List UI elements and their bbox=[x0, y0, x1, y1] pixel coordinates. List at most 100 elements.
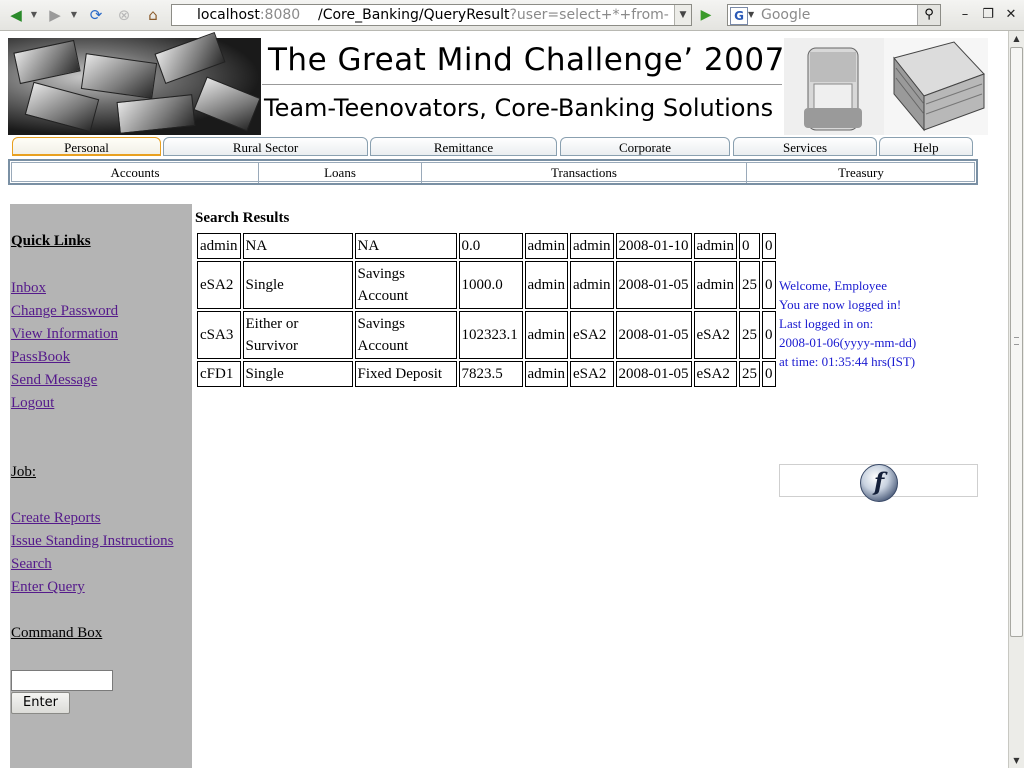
reload-icon[interactable]: ⟳ bbox=[86, 5, 106, 25]
link-enter-query[interactable]: Enter Query bbox=[11, 579, 85, 596]
back-history-dropdown[interactable]: ▼ bbox=[29, 5, 39, 25]
link-view-information[interactable]: View Information bbox=[11, 326, 118, 343]
banner-subtitle: Team-Teenovators, Core-Banking Solutions bbox=[264, 94, 774, 122]
banner-title: The Great Mind Challenge’ 2007 bbox=[268, 42, 785, 78]
welcome-greeting: Welcome, Employee bbox=[779, 278, 887, 293]
magnifier-icon[interactable]: ⚲ bbox=[917, 5, 940, 25]
table-cell: admin bbox=[570, 233, 614, 259]
browser-toolbar: ◀ ▼ ▶ ▼ ⟳ ⊗ ⌂ localhost:8080 /Core_Banki… bbox=[0, 0, 1024, 31]
table-cell: admin bbox=[197, 233, 241, 259]
banner-divider bbox=[262, 84, 782, 85]
table-cell: 0 bbox=[739, 233, 760, 259]
sub-navigation: Accounts Loans Transactions Treasury bbox=[8, 159, 978, 185]
table-cell: eSA2 bbox=[693, 311, 737, 359]
link-passbook[interactable]: PassBook bbox=[11, 349, 70, 366]
table-cell: Savings Account bbox=[354, 261, 457, 309]
command-box-heading: Command Box bbox=[11, 625, 103, 641]
search-box[interactable]: G ▼ Google ⚲ bbox=[727, 4, 941, 26]
results-heading: Search Results bbox=[195, 210, 290, 226]
tab-services[interactable]: Services bbox=[733, 137, 877, 156]
link-create-reports[interactable]: Create Reports bbox=[11, 510, 101, 527]
link-change-password[interactable]: Change Password bbox=[11, 303, 118, 320]
close-icon[interactable]: ✕ bbox=[1002, 6, 1020, 24]
table-cell: 2008-01-10 bbox=[615, 233, 692, 259]
table-cell: eSA2 bbox=[693, 361, 737, 387]
search-engine-icon[interactable]: G bbox=[730, 7, 748, 25]
table-cell: cFD1 bbox=[197, 361, 241, 387]
forward-arrow-icon[interactable]: ▶ bbox=[45, 5, 65, 25]
tab-personal[interactable]: Personal bbox=[12, 137, 161, 156]
table-cell: cSA3 bbox=[197, 311, 241, 359]
back-arrow-icon[interactable]: ◀ bbox=[6, 5, 26, 25]
money-roll-image bbox=[784, 38, 884, 135]
link-inbox[interactable]: Inbox bbox=[11, 280, 46, 297]
table-row: cSA3 Either or Survivor Savings Account … bbox=[197, 311, 776, 359]
link-issue-standing-instructions[interactable]: Issue Standing Instructions bbox=[11, 533, 174, 550]
table-cell: 0 bbox=[762, 233, 776, 259]
link-logout[interactable]: Logout bbox=[11, 395, 54, 412]
forward-history-dropdown[interactable]: ▼ bbox=[69, 5, 79, 25]
table-cell: Savings Account bbox=[354, 311, 457, 359]
restore-icon[interactable]: ❐ bbox=[979, 6, 997, 24]
flash-icon[interactable]: f bbox=[860, 464, 898, 502]
quick-links-heading: Quick Links bbox=[11, 233, 91, 249]
table-cell: 0.0 bbox=[458, 233, 523, 259]
command-input[interactable] bbox=[11, 670, 113, 691]
table-cell: admin bbox=[693, 261, 737, 309]
last-login-label: Last logged in on: bbox=[779, 316, 874, 331]
home-icon[interactable]: ⌂ bbox=[143, 5, 163, 25]
cash-stack-image bbox=[884, 38, 988, 135]
table-cell: NA bbox=[354, 233, 457, 259]
link-send-message[interactable]: Send Message bbox=[11, 372, 97, 389]
table-cell: 2008-01-05 bbox=[615, 361, 692, 387]
tab-help[interactable]: Help bbox=[879, 137, 973, 156]
table-cell: 2008-01-05 bbox=[615, 311, 692, 359]
table-cell: 7823.5 bbox=[458, 361, 523, 387]
table-cell: 25 bbox=[739, 361, 760, 387]
last-login-time: at time: 01:35:44 hrs(IST) bbox=[779, 354, 916, 369]
search-placeholder: Google bbox=[761, 7, 811, 23]
scroll-thumb[interactable] bbox=[1010, 47, 1023, 637]
table-cell: 0 bbox=[762, 361, 776, 387]
enter-button[interactable]: Enter bbox=[11, 692, 70, 714]
stop-icon[interactable]: ⊗ bbox=[114, 5, 134, 25]
silver-bars-image bbox=[8, 32, 261, 135]
url-path: /Core_Banking/QueryResult?user=select+*+… bbox=[318, 7, 687, 23]
scroll-down-icon[interactable]: ▼ bbox=[1009, 753, 1024, 768]
tab-corporate[interactable]: Corporate bbox=[560, 137, 730, 156]
login-status: You are now logged in! bbox=[779, 297, 902, 312]
scroll-up-icon[interactable]: ▲ bbox=[1009, 31, 1024, 46]
search-engine-dropdown[interactable]: ▼ bbox=[748, 5, 754, 25]
tab-rural-sector[interactable]: Rural Sector bbox=[163, 137, 368, 156]
table-cell: admin bbox=[524, 233, 568, 259]
table-cell: Single bbox=[242, 261, 353, 309]
table-cell: NA bbox=[242, 233, 353, 259]
table-cell: Fixed Deposit bbox=[354, 361, 457, 387]
table-cell: admin bbox=[524, 311, 568, 359]
subnav-treasury[interactable]: Treasury bbox=[747, 163, 975, 183]
page-banner: The Great Mind Challenge’ 2007 Team-Teen… bbox=[8, 32, 988, 135]
sidebar: Quick Links Inbox Change Password View I… bbox=[10, 204, 192, 768]
flash-plugin-box[interactable]: f bbox=[779, 464, 978, 502]
subnav-transactions[interactable]: Transactions bbox=[422, 163, 747, 183]
url-bar[interactable]: localhost:8080 /Core_Banking/QueryResult… bbox=[171, 4, 692, 26]
table-cell: admin bbox=[693, 233, 737, 259]
subnav-accounts[interactable]: Accounts bbox=[12, 163, 259, 183]
table-cell: 25 bbox=[739, 311, 760, 359]
subnav-loans[interactable]: Loans bbox=[259, 163, 422, 183]
minimize-icon[interactable]: – bbox=[956, 6, 974, 24]
table-cell: 2008-01-05 bbox=[615, 261, 692, 309]
table-cell: Single bbox=[242, 361, 353, 387]
table-row: admin NA NA 0.0 admin admin 2008-01-10 a… bbox=[197, 233, 776, 259]
table-cell: admin bbox=[524, 361, 568, 387]
welcome-panel: Welcome, Employee You are now logged in!… bbox=[779, 276, 916, 371]
go-arrow-icon[interactable]: ▶ bbox=[697, 5, 715, 25]
table-cell: eSA2 bbox=[197, 261, 241, 309]
link-search[interactable]: Search bbox=[11, 556, 52, 573]
url-host: localhost:8080 bbox=[197, 7, 301, 23]
tab-remittance[interactable]: Remittance bbox=[370, 137, 557, 156]
table-row: cFD1 Single Fixed Deposit 7823.5 admin e… bbox=[197, 361, 776, 387]
url-history-dropdown[interactable]: ▼ bbox=[674, 5, 691, 25]
vertical-scrollbar[interactable]: ▲ ▼ bbox=[1008, 31, 1024, 768]
table-cell: eSA2 bbox=[570, 311, 614, 359]
